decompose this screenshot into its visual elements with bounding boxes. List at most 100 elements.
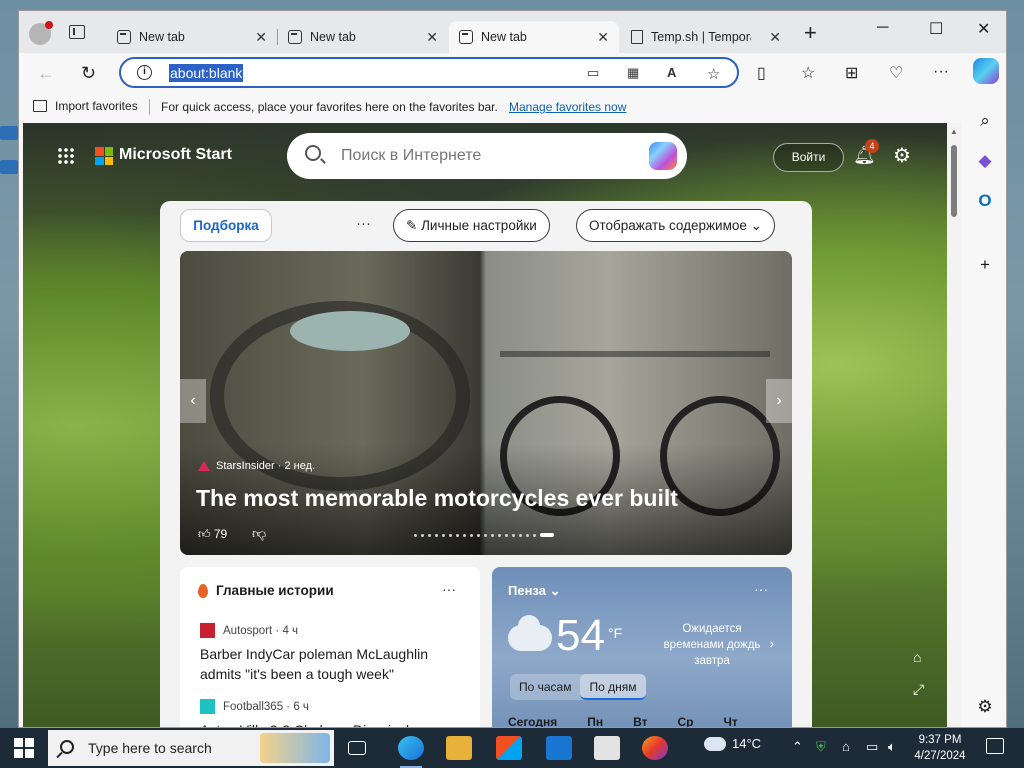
web-search-box[interactable]: Поиск в Интернете [287, 133, 687, 179]
daily-tab[interactable]: По дням [580, 674, 646, 700]
temperature-unit[interactable]: °F [608, 625, 622, 641]
new-tab-button[interactable]: + [804, 22, 817, 44]
gear-icon[interactable]: ⚙ [893, 143, 911, 168]
tab-featured[interactable]: Подборка [180, 209, 272, 242]
device-icon[interactable]: ▭ [587, 65, 599, 81]
split-screen-icon[interactable]: ▯ [757, 63, 766, 83]
copilot-app-icon[interactable]: ◆ [975, 151, 995, 171]
windows-start-icon[interactable] [14, 738, 34, 758]
news-item[interactable]: Football365 · 6 ч Aston Villa 2-2 Chelse… [200, 699, 460, 727]
apps-icon[interactable]: ▦ [627, 65, 639, 81]
tab-new-tab-active[interactable]: New tab ✕ [449, 21, 619, 53]
tab-temp-sh[interactable]: Temp.sh | Temporar ✕ [621, 21, 791, 53]
app-window-icon[interactable] [594, 736, 620, 760]
day-label[interactable]: Чт [723, 715, 737, 727]
mail-icon[interactable] [546, 736, 572, 760]
copilot-search-icon[interactable] [649, 142, 677, 170]
tab-actions-icon[interactable] [69, 25, 85, 39]
forecast-text[interactable]: Ожидается временами дождь завтра [660, 621, 764, 669]
store-icon[interactable] [496, 736, 522, 760]
favorites-icon[interactable]: ☆ [801, 63, 815, 83]
news-title[interactable]: Aston Villa 2-2 Chelsea: Disasi, class f… [200, 720, 460, 727]
network-icon[interactable]: ⌂ [842, 739, 850, 754]
chevron-down-icon: ⌄ [750, 218, 762, 233]
page-scrollbar[interactable]: ▲ [947, 123, 961, 727]
defender-shield-icon[interactable]: ⛨ [816, 739, 826, 755]
day-label[interactable]: Вт [633, 715, 647, 727]
day-label[interactable]: Ср [677, 715, 693, 727]
task-view-icon[interactable] [348, 741, 366, 755]
system-clock[interactable]: 9:37 PM 4/27/2024 [912, 732, 968, 764]
scroll-up-arrow-icon[interactable]: ▲ [950, 127, 958, 136]
display-content-dropdown[interactable]: Отображать содержимое ⌄ [576, 209, 775, 242]
cloud-icon [704, 736, 726, 751]
browser-essentials-icon[interactable]: ♡ [889, 63, 903, 83]
file-explorer-icon[interactable] [446, 736, 472, 760]
close-tab-icon[interactable]: ✕ [769, 29, 781, 46]
more-options-button[interactable]: ··· [442, 581, 456, 597]
close-tab-icon[interactable]: ✕ [597, 29, 609, 46]
tab-new-tab-1[interactable]: New tab ✕ [107, 21, 278, 53]
volume-icon[interactable]: 🔈︎ [888, 739, 896, 755]
address-bar[interactable]: i about:blank ▭ ▦ A ☆ [119, 57, 739, 88]
profile-avatar-icon[interactable] [29, 21, 53, 45]
brand-title[interactable]: Microsoft Start [119, 146, 232, 164]
tab-new-tab-2[interactable]: New tab ✕ [278, 21, 448, 53]
carousel-next-button[interactable]: › [766, 379, 792, 423]
notifications-bell-icon[interactable]: 🔔︎ 4 [853, 139, 879, 166]
weather-card[interactable]: Пенза ⌄ ··· 54 °F Ожидается временами до… [492, 567, 792, 727]
app-launcher-icon[interactable] [57, 147, 75, 165]
hero-article-card[interactable]: ‹ › StarsInsider · 2 нед. The most memor… [180, 251, 792, 555]
taskbar-weather[interactable]: 14°C [704, 736, 761, 751]
more-options-button[interactable]: ··· [754, 581, 768, 597]
weather-city[interactable]: Пенза ⌄ [508, 583, 560, 599]
collections-icon[interactable]: ⊞ [845, 63, 858, 83]
chevron-right-icon[interactable]: › [769, 635, 774, 651]
notification-center-icon[interactable] [986, 738, 1004, 754]
day-label[interactable]: Сегодня [508, 715, 557, 727]
url-text[interactable]: about:blank [169, 64, 244, 82]
import-favorites-label: Import favorites [55, 99, 138, 113]
scrollbar-thumb[interactable] [951, 145, 957, 217]
search-icon[interactable]: ⌕ [975, 111, 995, 131]
news-item[interactable]: Autosport · 4 ч Barber IndyCar poleman M… [200, 623, 460, 684]
sidebar-settings-icon[interactable]: ⚙ [975, 697, 995, 717]
back-arrow-icon[interactable]: ← [37, 63, 55, 84]
top-stories-heading[interactable]: Главные истории [198, 583, 334, 598]
desktop-icon[interactable] [0, 126, 18, 140]
maximize-button[interactable]: ☐ [929, 19, 943, 39]
display-icon[interactable]: ▭ [866, 739, 878, 755]
outlook-icon[interactable]: O [975, 191, 995, 211]
carousel-prev-button[interactable]: ‹ [180, 379, 206, 423]
clock-time: 9:37 PM [918, 734, 962, 746]
taskbar-search-box[interactable]: Type here to search [48, 730, 334, 766]
add-icon[interactable]: + [975, 255, 995, 275]
news-title[interactable]: Barber IndyCar poleman McLaughlin admits… [200, 644, 460, 684]
expand-icon[interactable]: ⤢ [913, 681, 924, 698]
sign-in-button[interactable]: Войти [773, 143, 844, 172]
close-tab-icon[interactable]: ✕ [426, 29, 438, 46]
manage-favorites-link[interactable]: Manage favorites now [509, 100, 626, 114]
settings-more-icon[interactable]: ··· [933, 63, 949, 81]
more-tabs-button[interactable]: ··· [356, 215, 371, 232]
edge-taskbar-icon[interactable] [398, 736, 424, 768]
import-favorites-button[interactable]: Import favorites [33, 99, 138, 113]
site-info-icon[interactable]: i [137, 65, 152, 80]
like-button[interactable]: 👍︎ 79 [198, 527, 227, 542]
hourly-tab[interactable]: По часам [510, 674, 580, 700]
personalize-button[interactable]: ✎ Личные настройки [393, 209, 550, 242]
read-aloud-icon[interactable]: A [667, 65, 676, 80]
dislike-icon[interactable]: 👎︎ [252, 525, 266, 542]
refresh-icon[interactable]: ↻ [81, 63, 96, 84]
copilot-icon[interactable] [973, 58, 999, 84]
minimize-button[interactable]: ─ [877, 19, 888, 37]
show-hidden-icons-chevron-icon[interactable]: ⌃ [792, 739, 803, 755]
article-title[interactable]: The most memorable motorcycles ever buil… [196, 485, 678, 512]
firefox-icon[interactable] [642, 736, 668, 760]
bookmark-icon[interactable]: ⌂ [913, 649, 921, 665]
close-tab-icon[interactable]: ✕ [255, 29, 267, 46]
close-window-button[interactable]: ✕ [977, 19, 990, 39]
desktop-icon[interactable] [0, 160, 18, 174]
day-label[interactable]: Пн [587, 715, 603, 727]
favorite-star-icon[interactable]: ☆ [707, 65, 720, 83]
